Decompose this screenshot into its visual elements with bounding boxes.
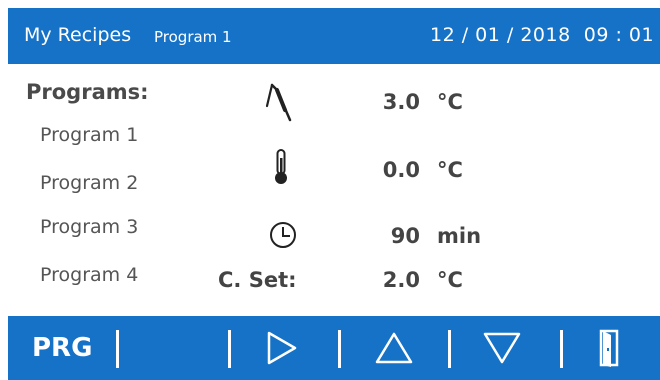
programs-heading: Programs:	[26, 80, 149, 104]
divider	[228, 330, 231, 368]
thermometer-icon	[275, 149, 287, 184]
down-triangle-icon	[483, 332, 521, 364]
time-unit: min	[437, 224, 482, 248]
up-button[interactable]	[364, 324, 424, 372]
core-set-value[interactable]: 2.0	[350, 268, 420, 292]
divider	[338, 330, 341, 368]
play-icon	[267, 331, 297, 365]
core-set-label: C. Set:	[218, 268, 297, 292]
probe-value: 3.0	[382, 90, 420, 114]
program-item-4[interactable]: Program 4	[40, 264, 138, 286]
screen: My Recipes Program 1 12 / 01 / 2018 09 :…	[0, 0, 660, 380]
program-item-3[interactable]: Program 3	[40, 216, 138, 238]
play-button[interactable]	[252, 324, 312, 372]
header-bar: My Recipes Program 1 12 / 01 / 2018 09 :…	[8, 8, 660, 64]
temperature-value: 0.0	[382, 158, 420, 182]
datetime-display: 12 / 01 / 2018 09 : 01	[430, 24, 655, 46]
up-triangle-icon	[375, 332, 413, 364]
program-item-1[interactable]: Program 1	[40, 124, 138, 146]
probe-icon	[265, 83, 292, 122]
current-program-label: Program 1	[154, 28, 232, 46]
app-title: My Recipes	[24, 24, 132, 46]
divider	[448, 330, 451, 368]
clock-icon	[270, 222, 296, 248]
exit-button[interactable]	[586, 324, 634, 372]
divider	[560, 330, 563, 368]
program-item-2[interactable]: Program 2	[40, 172, 138, 194]
probe-unit: °C	[437, 90, 463, 114]
time-value: 90	[390, 224, 420, 248]
footer-toolbar: PRG	[8, 316, 660, 380]
door-exit-icon	[599, 329, 619, 367]
down-button[interactable]	[472, 324, 532, 372]
prg-button[interactable]: PRG	[32, 333, 92, 363]
divider	[116, 330, 119, 368]
core-set-unit: °C	[437, 268, 463, 292]
temperature-unit: °C	[437, 158, 463, 182]
